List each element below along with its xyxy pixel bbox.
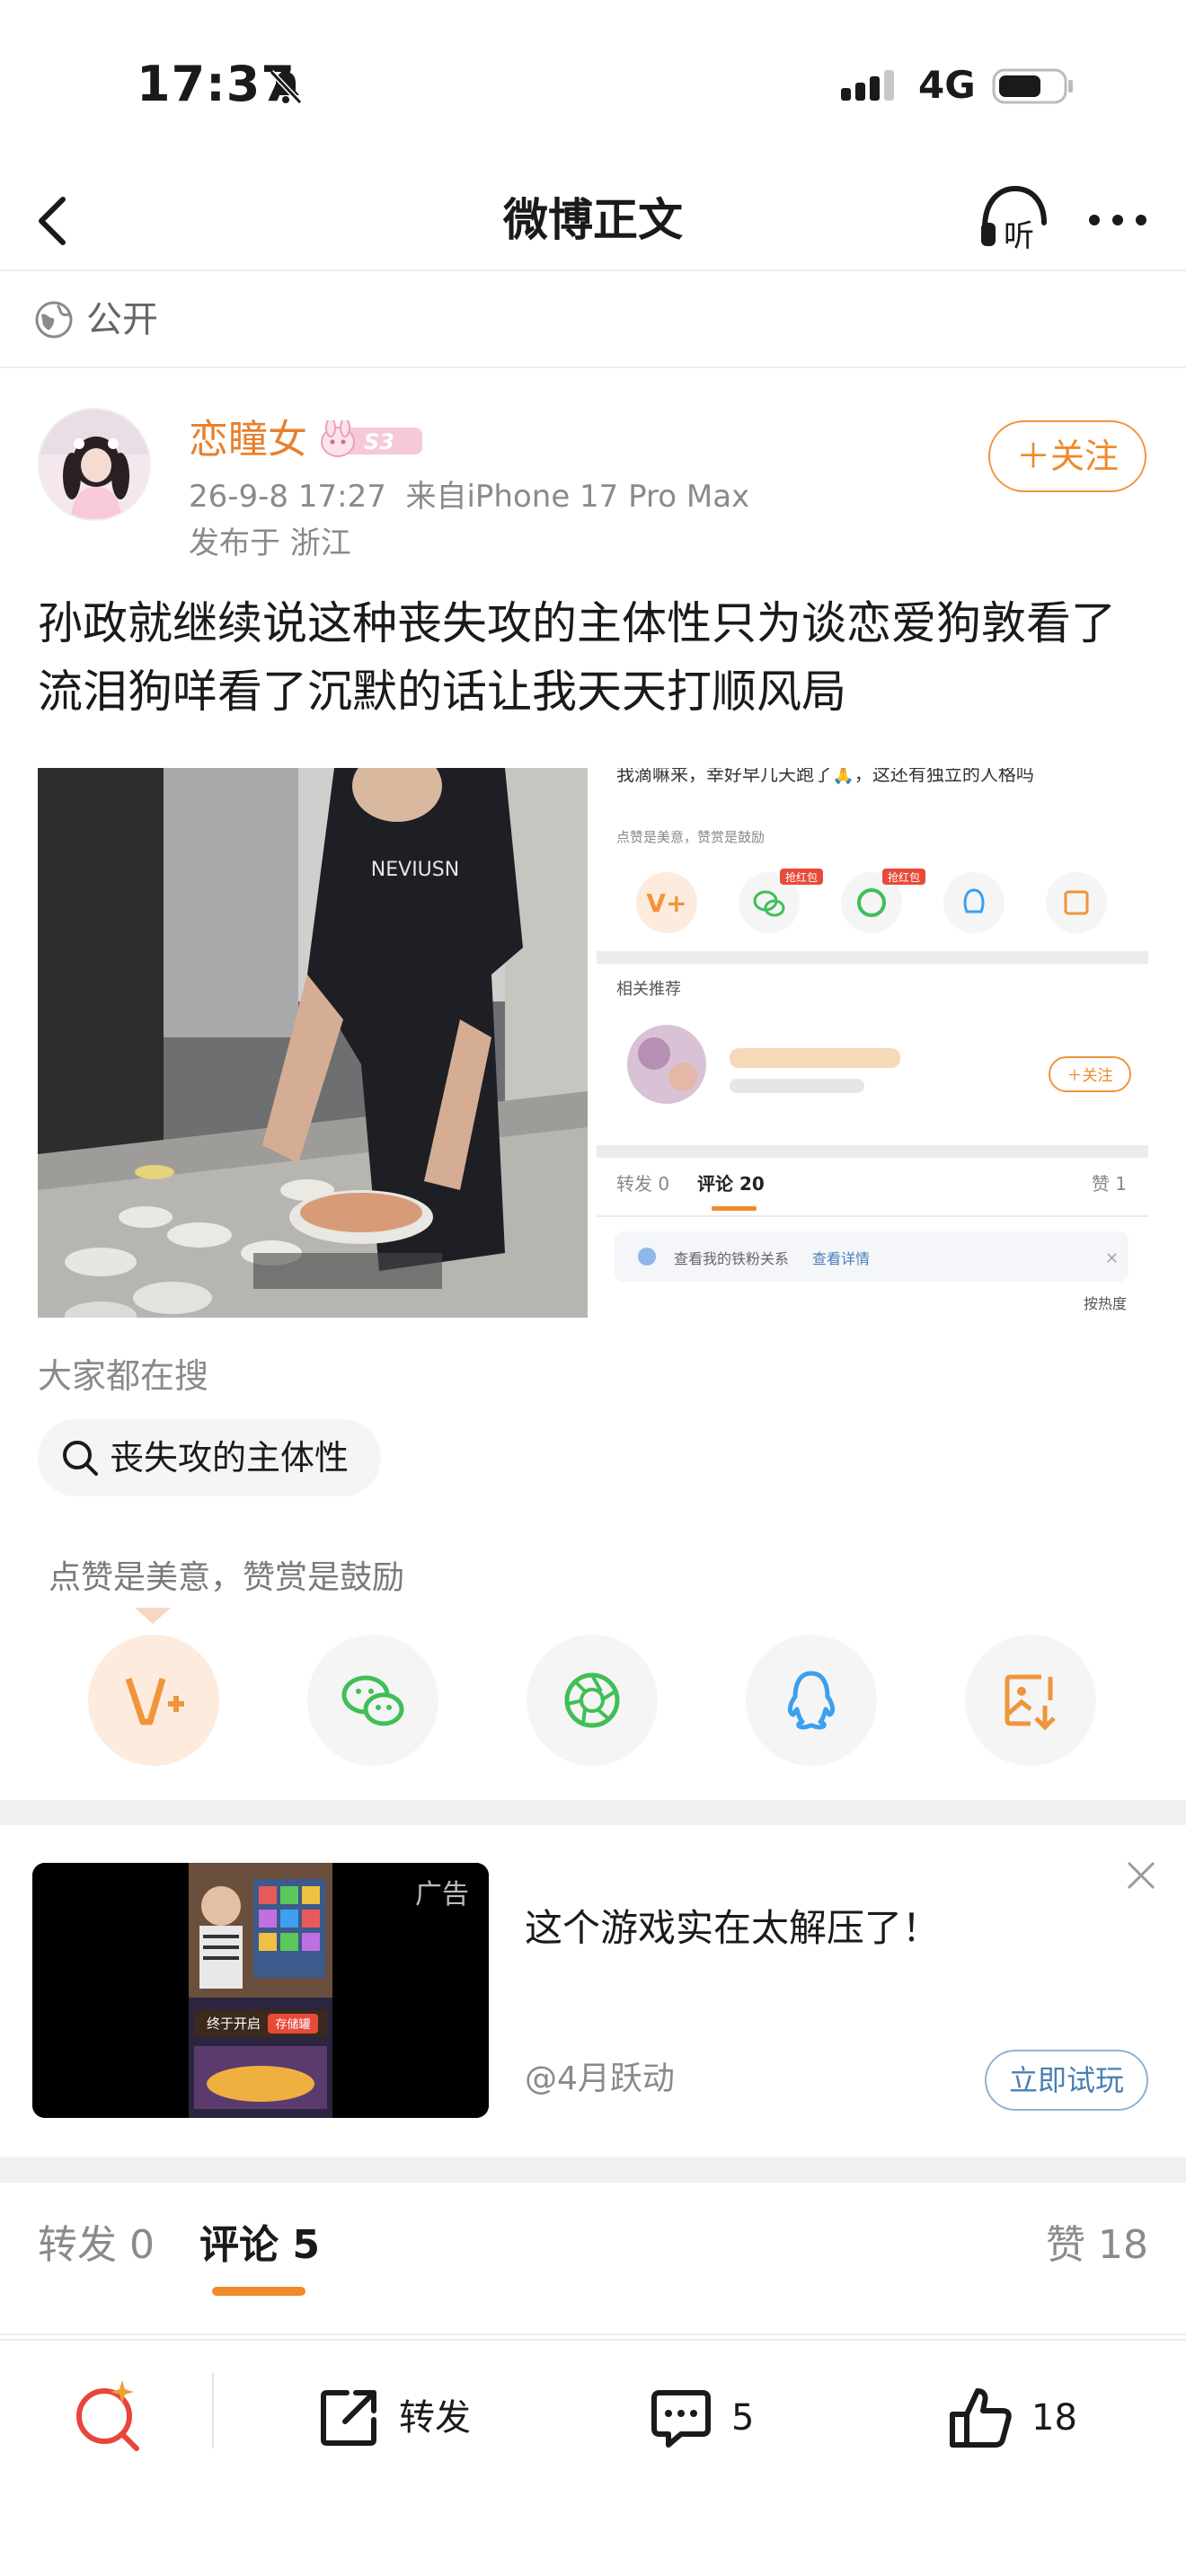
tab-active-indicator	[212, 2287, 305, 2296]
post-text: 孙政就继续说这种丧失攻的主体性只为谈恋爱狗敦看了流泪狗咩看了沉默的话让我天天打顺…	[38, 597, 1116, 718]
pointer-icon	[135, 1608, 171, 1624]
visibility-bar: 公开	[0, 271, 1186, 368]
ad-advertiser[interactable]: @4月跃动	[525, 2057, 675, 2102]
wechat-icon	[341, 1675, 404, 1726]
ad-video[interactable]: 终于开启 存储罐 广告	[32, 1863, 489, 2118]
thumb-follow: ＋关注	[1067, 1067, 1113, 1085]
thumb-tip: 查看我的铁粉关系	[674, 1250, 789, 1267]
share-qq-button[interactable]	[746, 1635, 877, 1766]
thumb-tab-repost: 转发 0	[616, 1173, 669, 1195]
share-wechat-button[interactable]	[307, 1635, 438, 1766]
vip-badge-icon[interactable]: S3	[316, 420, 426, 460]
reward-icon	[125, 1677, 184, 1725]
repost-button[interactable]: 转发	[314, 2382, 494, 2454]
ad-title[interactable]: 这个游戏实在太解压了！	[525, 1902, 940, 1954]
thumbs-up-icon	[950, 2388, 1012, 2448]
thumb-top-text: 我滴嘛来，幸好早几天跑了🙏，这还有独立的人格吗	[616, 768, 1034, 785]
globe-icon	[35, 301, 73, 339]
tab-like[interactable]: 赞 18	[1046, 2219, 1148, 2272]
like-button[interactable]: 18	[947, 2382, 1109, 2454]
bottom-action-bar: 转发 5 18	[0, 2339, 1186, 2576]
avatar[interactable]	[38, 408, 151, 521]
like-count: 18	[1031, 2397, 1077, 2439]
comment-button[interactable]: 5	[647, 2382, 791, 2454]
share-moments-button[interactable]	[527, 1635, 658, 1766]
post-location: 发布于 浙江	[189, 525, 351, 561]
vip-badge-text: S3	[364, 429, 394, 454]
network-type: 4G	[918, 63, 976, 107]
close-icon[interactable]	[1123, 1857, 1159, 1893]
ad-video-tag: 存储罐	[275, 2018, 310, 2032]
hot-search-label: 大家都在搜	[38, 1356, 209, 1396]
moments-icon	[564, 1672, 620, 1728]
post-meta: 26-9-8 17:27 来自iPhone 17 Pro Max	[189, 479, 750, 515]
tab-repost[interactable]: 转发 0	[38, 2219, 155, 2272]
thumb-red-tag-1: 抢红包	[785, 870, 818, 884]
visibility-label: 公开	[86, 299, 158, 340]
reward-button[interactable]	[88, 1635, 219, 1766]
thumb-tip-link: 查看详情	[812, 1250, 870, 1267]
thumb-tab-like: 赞 1	[1092, 1173, 1127, 1195]
section-divider	[0, 2157, 1186, 2183]
hot-search-query: 丧失攻的主体性	[110, 1438, 350, 1478]
listen-icon[interactable]: 听	[976, 181, 1051, 257]
bell-off-icon	[269, 69, 303, 105]
qq-icon	[787, 1671, 836, 1730]
interaction-tabs: 转发 0 评论 5 赞 18	[0, 2183, 1186, 2335]
ad-video-caption: 终于开启	[207, 2016, 261, 2032]
share-icon	[321, 2390, 376, 2446]
ad-cta-button[interactable]: 立即试玩	[985, 2050, 1148, 2111]
search-icon	[63, 1441, 98, 1476]
status-bar: 17:37 4G	[0, 0, 1186, 171]
bottom-divider	[212, 2373, 214, 2448]
author-name[interactable]: 恋瞳女	[189, 415, 307, 465]
follow-button[interactable]: ＋关注	[988, 420, 1146, 492]
thumb-sort: 按热度	[1084, 1295, 1127, 1312]
section-divider	[0, 1800, 1186, 1825]
ai-search-icon[interactable]	[72, 2377, 144, 2454]
thumb-reward-hint: 点赞是美意，赞赏是鼓励	[616, 829, 765, 845]
post-image-photo[interactable]: NEVIUSN	[38, 768, 588, 1318]
save-image-button[interactable]	[965, 1635, 1096, 1766]
svg-text:V+: V+	[646, 888, 686, 918]
more-icon[interactable]	[1085, 198, 1150, 243]
battery-icon	[992, 68, 1073, 104]
svg-text:NEVIUSN: NEVIUSN	[371, 859, 459, 881]
share-row	[0, 1635, 1186, 1769]
repost-label: 转发	[399, 2397, 471, 2439]
comment-icon	[651, 2390, 711, 2448]
thumb-tab-comment: 评论 20	[697, 1173, 765, 1195]
tab-comment[interactable]: 评论 5	[199, 2219, 320, 2272]
svg-text:听: 听	[1004, 218, 1034, 254]
svg-text:✕: ✕	[1105, 1249, 1119, 1268]
thumb-related: 相关推荐	[616, 980, 681, 999]
ad-label: 广告	[415, 1879, 469, 1910]
comment-count: 5	[731, 2397, 755, 2439]
save-image-icon	[1005, 1674, 1056, 1731]
nav-bar: 微博正文 听	[0, 171, 1186, 271]
post-image-screenshot[interactable]: 我滴嘛来，幸好早几天跑了🙏，这还有独立的人格吗 点赞是美意，赞赏是鼓励 V+ 抢…	[597, 768, 1148, 1318]
hot-search-chip[interactable]: 丧失攻的主体性	[38, 1419, 382, 1496]
thumb-red-tag-2: 抢红包	[888, 870, 920, 884]
signal-icon	[841, 70, 894, 101]
reward-hint: 点赞是美意，赞赏是鼓励	[49, 1559, 405, 1596]
